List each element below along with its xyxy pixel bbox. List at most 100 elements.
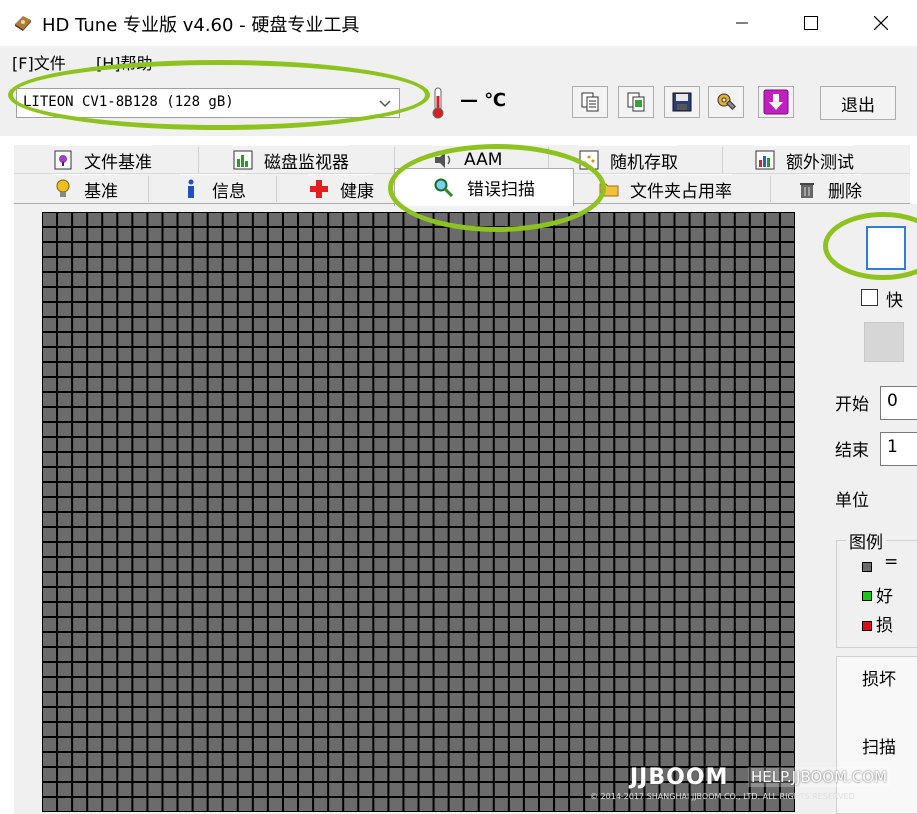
scan-block xyxy=(645,528,659,541)
scan-block xyxy=(223,498,237,511)
menu-file[interactable]: [F]文件 xyxy=(12,50,66,74)
scan-block xyxy=(43,588,57,601)
scan-block xyxy=(570,588,584,601)
scan-block xyxy=(133,408,147,421)
tab-file-benchmark[interactable]: 文件基准 xyxy=(52,145,152,174)
scan-block xyxy=(464,333,478,346)
scan-block xyxy=(705,378,719,391)
scan-block xyxy=(178,738,192,751)
scan-block xyxy=(389,753,403,766)
scan-block xyxy=(780,648,794,661)
exit-button[interactable]: 退出 xyxy=(820,86,896,120)
scan-block xyxy=(690,213,704,226)
scan-block xyxy=(479,408,493,421)
copy-screenshot-button[interactable] xyxy=(618,86,654,118)
scan-block xyxy=(238,738,252,751)
scan-block xyxy=(374,603,388,616)
scan-block xyxy=(780,708,794,721)
scan-block xyxy=(329,663,343,676)
scan-block xyxy=(133,258,147,271)
scan-block xyxy=(585,408,599,421)
scan-block xyxy=(630,558,644,571)
tab-benchmark[interactable]: 基准 xyxy=(52,174,118,203)
scan-block xyxy=(479,393,493,406)
scan-block xyxy=(615,573,629,586)
end-input[interactable]: 1 xyxy=(880,432,917,466)
scan-block xyxy=(780,213,794,226)
scan-block xyxy=(509,438,523,451)
scan-block xyxy=(238,573,252,586)
copy-text-button[interactable] xyxy=(572,86,608,118)
scan-block xyxy=(58,378,72,391)
scan-block xyxy=(630,243,644,256)
scan-block xyxy=(615,438,629,451)
scan-block xyxy=(329,648,343,661)
options-button[interactable] xyxy=(708,86,744,118)
scan-block xyxy=(88,633,102,646)
scan-block xyxy=(344,288,358,301)
tab-info[interactable]: 信息 xyxy=(180,174,246,203)
scan-block xyxy=(283,588,298,601)
scan-block xyxy=(404,588,418,601)
scan-block xyxy=(163,498,177,511)
stop-button[interactable] xyxy=(864,322,904,362)
scan-block xyxy=(660,618,674,631)
maximize-button[interactable] xyxy=(788,0,834,46)
scan-block xyxy=(449,588,463,601)
scan-block xyxy=(690,738,704,751)
scan-block xyxy=(765,753,779,766)
scan-block xyxy=(555,723,569,736)
scan-block xyxy=(539,258,554,271)
scan-block xyxy=(223,648,237,661)
scan-block xyxy=(253,573,267,586)
save-button[interactable] xyxy=(664,86,700,118)
scan-block xyxy=(193,318,207,331)
scan-block xyxy=(479,363,493,376)
download-button[interactable] xyxy=(758,86,794,118)
tab-folder-usage[interactable]: 文件夹占用率 xyxy=(598,174,732,203)
scan-block xyxy=(223,663,237,676)
scan-block xyxy=(299,213,313,226)
scan-block xyxy=(585,753,599,766)
scan-block xyxy=(615,483,629,496)
minimize-button[interactable] xyxy=(719,0,765,46)
scan-block xyxy=(103,783,117,796)
scan-block xyxy=(690,393,704,406)
tab-health[interactable]: 健康 xyxy=(308,174,374,203)
start-input[interactable]: 0 xyxy=(880,386,917,420)
trash-icon xyxy=(800,183,814,198)
scan-block xyxy=(208,708,222,721)
scan-block xyxy=(103,498,117,511)
scan-block xyxy=(419,693,433,706)
scan-block xyxy=(735,528,749,541)
tab-extra-tests[interactable]: 额外测试 xyxy=(754,145,854,174)
scan-block xyxy=(494,783,508,796)
scan-block xyxy=(359,648,373,661)
scan-block xyxy=(720,603,734,616)
tab-disk-monitor[interactable]: 磁盘监视器 xyxy=(232,145,349,174)
scan-block xyxy=(675,738,689,751)
tab-erase[interactable]: 删除 xyxy=(796,174,862,203)
scan-block xyxy=(494,333,508,346)
scan-block xyxy=(193,663,207,676)
scan-block xyxy=(434,588,448,601)
scan-block xyxy=(615,333,629,346)
scan-block xyxy=(314,228,328,241)
scan-block xyxy=(675,588,689,601)
scan-block xyxy=(299,423,313,436)
info-icon xyxy=(188,179,194,198)
scan-block xyxy=(58,753,72,766)
scan-block xyxy=(705,678,719,691)
scan-block xyxy=(268,618,282,631)
scan-block xyxy=(163,723,177,736)
quick-scan-checkbox[interactable] xyxy=(861,289,878,306)
close-button[interactable] xyxy=(858,0,904,46)
scan-block xyxy=(43,783,57,796)
scan-block xyxy=(253,333,267,346)
scan-block xyxy=(253,648,267,661)
scan-block xyxy=(539,573,554,586)
scan-block xyxy=(404,243,418,256)
scan-block xyxy=(585,618,599,631)
scan-block xyxy=(690,438,704,451)
scan-block xyxy=(660,213,674,226)
